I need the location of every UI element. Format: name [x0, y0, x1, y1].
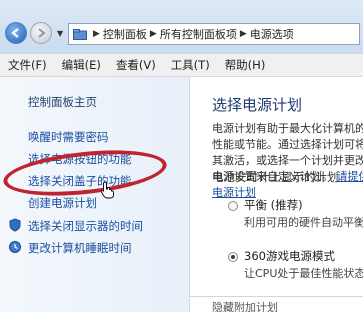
sidebar-item-display-off[interactable]: 选择关闭显示器的时间 — [28, 218, 143, 234]
page-description: 电源计划有助于最大化计算机的性能或节能。通过选择计划可将其激活，或选择一个计划并… — [212, 121, 363, 201]
plan-desc-360-game: 让CPU处于最佳性能状态 — [244, 267, 363, 280]
arrow-left-icon — [11, 28, 19, 38]
menu-edit[interactable]: 编辑(E) — [54, 57, 108, 73]
history-dropdown-icon[interactable]: ▼ — [57, 29, 63, 38]
back-button[interactable] — [5, 22, 27, 44]
sidebar-home-link[interactable]: 控制面板主页 — [28, 94, 97, 110]
hand-cursor-icon — [100, 181, 114, 199]
sidebar-item-create-plan[interactable]: 创建电源计划 — [28, 195, 97, 211]
breadcrumb-separator[interactable]: ▶ — [150, 29, 157, 39]
menu-bar: 文件(F) 编辑(E) 查看(V) 工具(T) 帮助(H) — [0, 54, 363, 77]
clock-icon — [9, 241, 21, 253]
breadcrumb-separator[interactable]: ▶ — [240, 29, 247, 39]
menu-tools[interactable]: 工具(T) — [163, 57, 217, 73]
plan-radio-balanced[interactable] — [228, 201, 238, 211]
sidebar-item-wake-password[interactable]: 唤醒时需要密码 — [28, 129, 109, 145]
sidebar-item-sleep-time[interactable]: 更改计算机睡眠时间 — [28, 240, 132, 256]
breadcrumb-all-items[interactable]: 所有控制面板项 — [160, 26, 237, 42]
control-panel-icon — [73, 28, 87, 40]
breadcrumb-control-panel[interactable]: 控制面板 — [103, 26, 147, 42]
menu-file[interactable]: 文件(F) — [0, 57, 54, 73]
address-field[interactable]: ▶ 控制面板 ▶ 所有控制面板项 ▶ 电源选项 — [68, 23, 360, 45]
hidden-plans-label[interactable]: 隐藏附加计划 — [212, 299, 278, 312]
menu-help[interactable]: 帮助(H) — [217, 57, 273, 73]
arrow-right-icon — [38, 28, 46, 38]
address-bar-area: ▼ ▶ 控制面板 ▶ 所有控制面板项 ▶ 电源选项 — [0, 0, 363, 55]
hidden-plans-toggle[interactable]: 隐藏附加计划 — [190, 296, 363, 312]
plan-desc-balanced: 利用可用的硬件自动平衡 — [244, 216, 363, 229]
main-panel: 选择电源计划 电源计划有助于最大化计算机的性能或节能。通过选择计划可将其激活，或… — [190, 77, 363, 312]
plans-section-label: 电池安时计上显示的计划 — [212, 170, 339, 184]
breadcrumb-power-options[interactable]: 电源选项 — [250, 26, 294, 42]
breadcrumb-separator[interactable]: ▶ — [93, 29, 100, 39]
forward-button[interactable] — [30, 22, 52, 44]
plan-radio-360-game[interactable] — [228, 252, 238, 262]
plan-name-360-game[interactable]: 360游戏电源模式 — [244, 248, 335, 264]
menu-view[interactable]: 查看(V) — [108, 57, 163, 73]
page-title: 选择电源计划 — [212, 96, 303, 114]
sidebar: 控制面板主页 唤醒时需要密码 选择电源按钮的功能 选择关闭盖子的功能 创建电源计… — [0, 77, 190, 312]
plan-name-balanced[interactable]: 平衡 (推荐) — [244, 197, 303, 213]
shield-icon — [9, 218, 21, 232]
